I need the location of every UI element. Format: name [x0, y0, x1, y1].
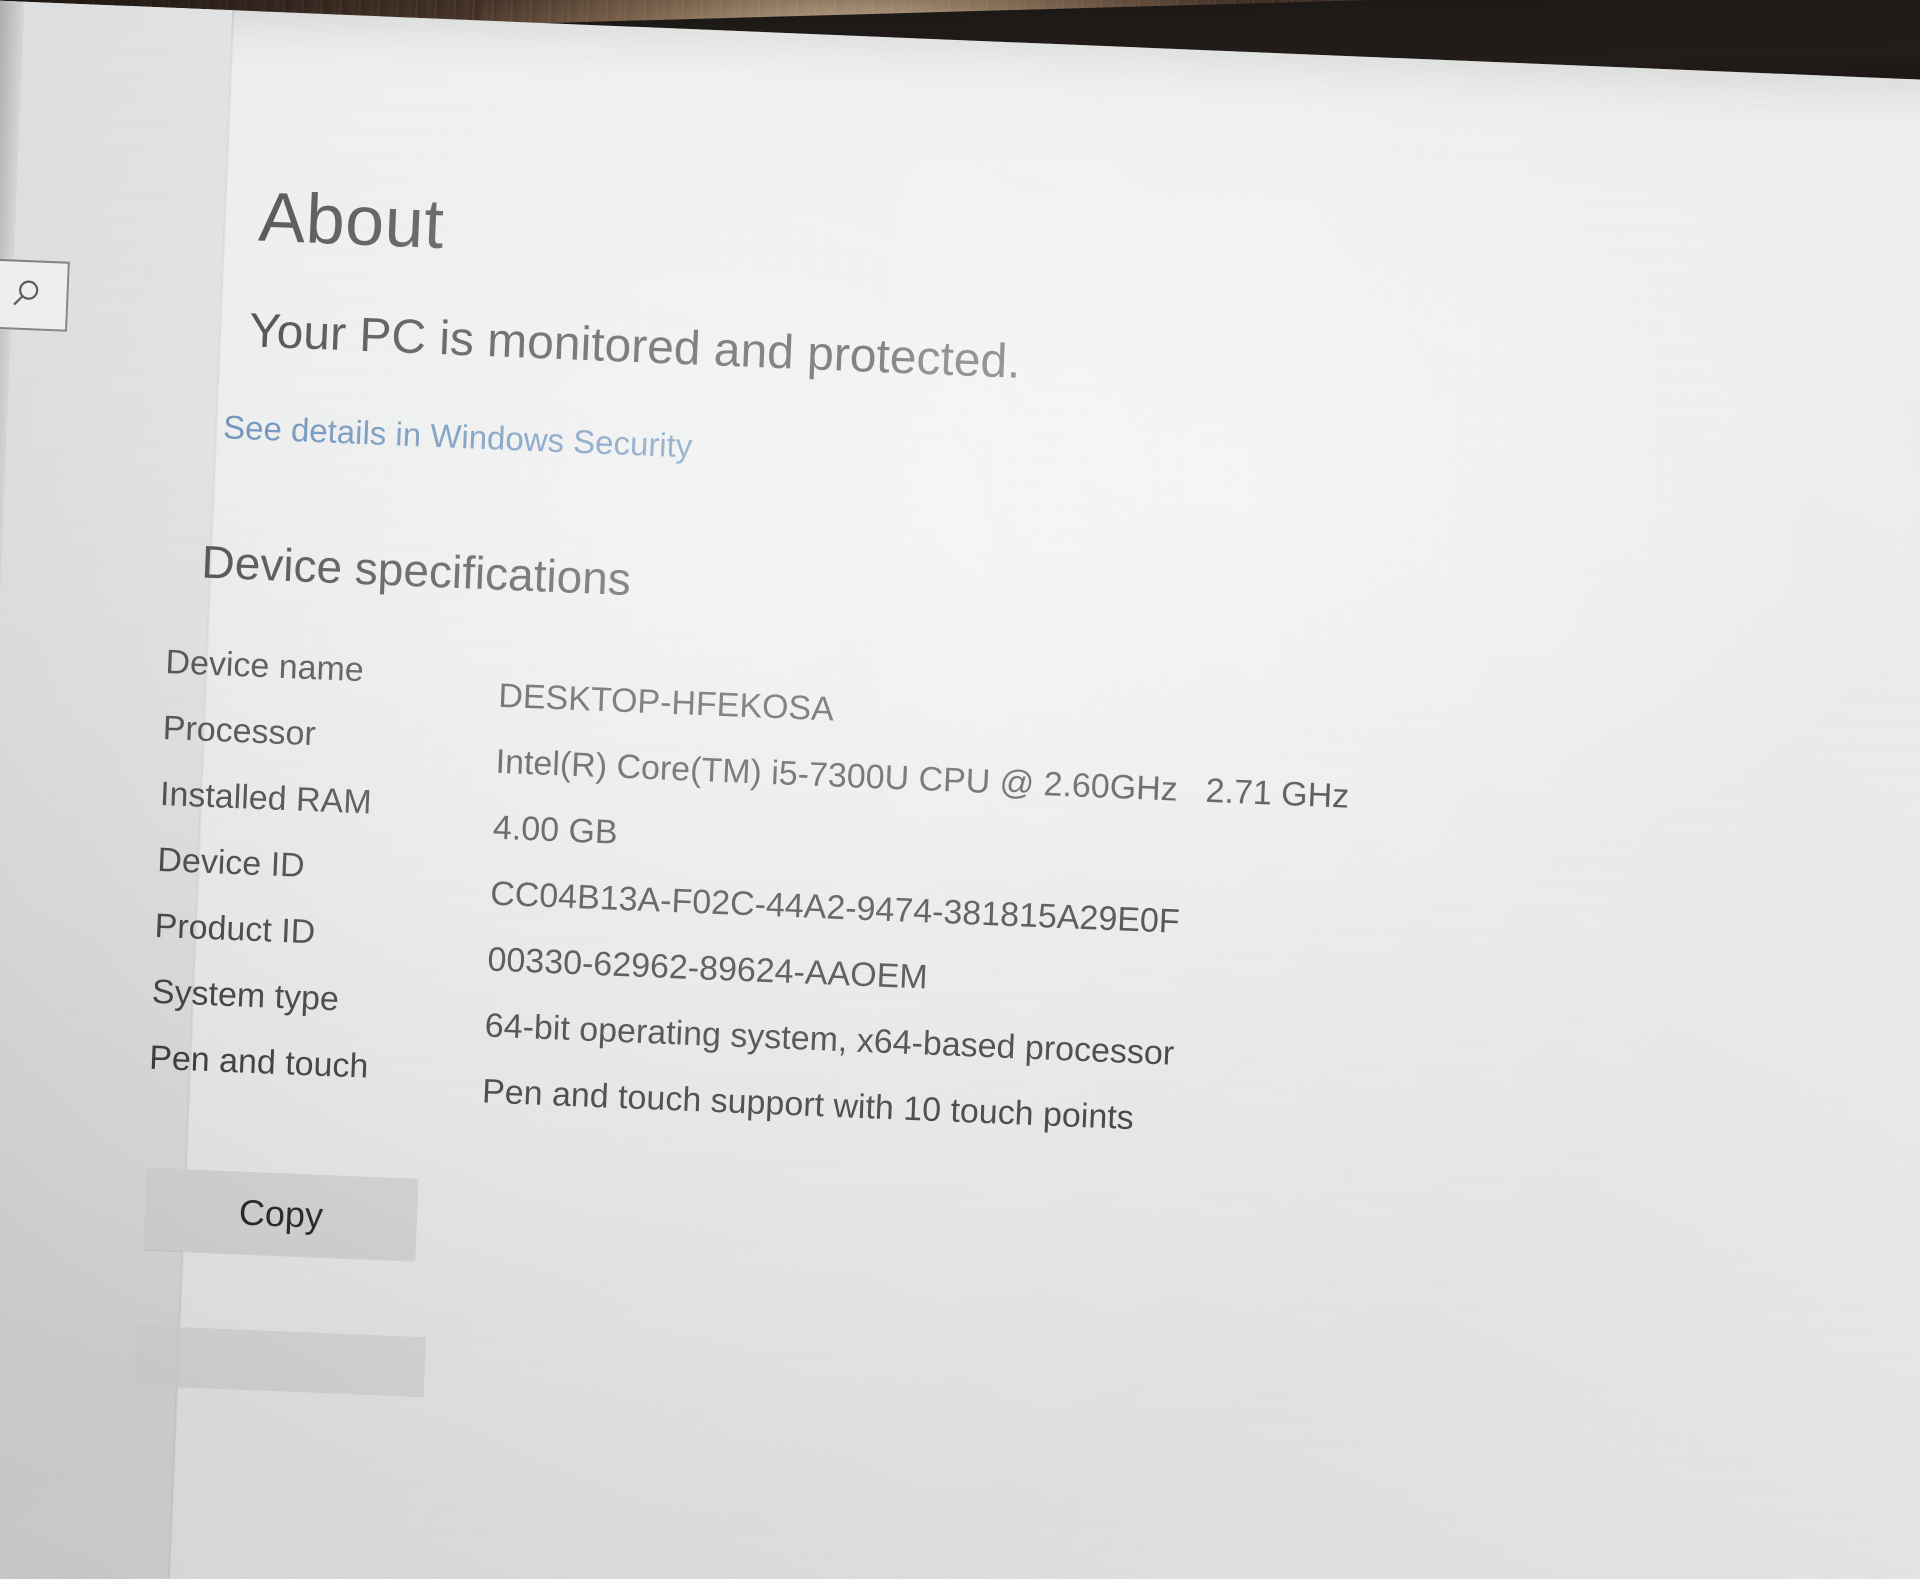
spec-value-processor-speed: 2.71 GHz [1204, 771, 1350, 816]
settings-window: About Your PC is monitored and protected… [0, 0, 1920, 1579]
device-specifications-heading: Device specifications [200, 535, 632, 606]
page-title: About [257, 177, 446, 264]
spec-value-pen-and-touch: Pen and touch support with 10 touch poin… [481, 1072, 1135, 1138]
spec-label-device-name: Device name [164, 643, 365, 690]
rename-pc-button[interactable] [133, 1325, 427, 1398]
windows-security-link[interactable]: See details in Windows Security [222, 408, 693, 465]
spec-value-device-name: DESKTOP-HFEKOSA [497, 676, 835, 729]
screen-left-edge [0, 0, 25, 1579]
device-specifications-table: Device name DESKTOP-HFEKOSA Processor In… [147, 643, 1865, 1174]
spec-value-installed-ram: 4.00 GB [492, 808, 619, 852]
search-icon [8, 277, 43, 312]
screenshot-photo: About Your PC is monitored and protected… [0, 0, 1920, 1579]
copy-button[interactable]: Copy [143, 1167, 419, 1261]
search-input[interactable] [0, 250, 70, 332]
protection-status-text: Your PC is monitored and protected. [248, 304, 1022, 389]
about-page-content: About Your PC is monitored and protected… [133, 10, 1920, 1579]
